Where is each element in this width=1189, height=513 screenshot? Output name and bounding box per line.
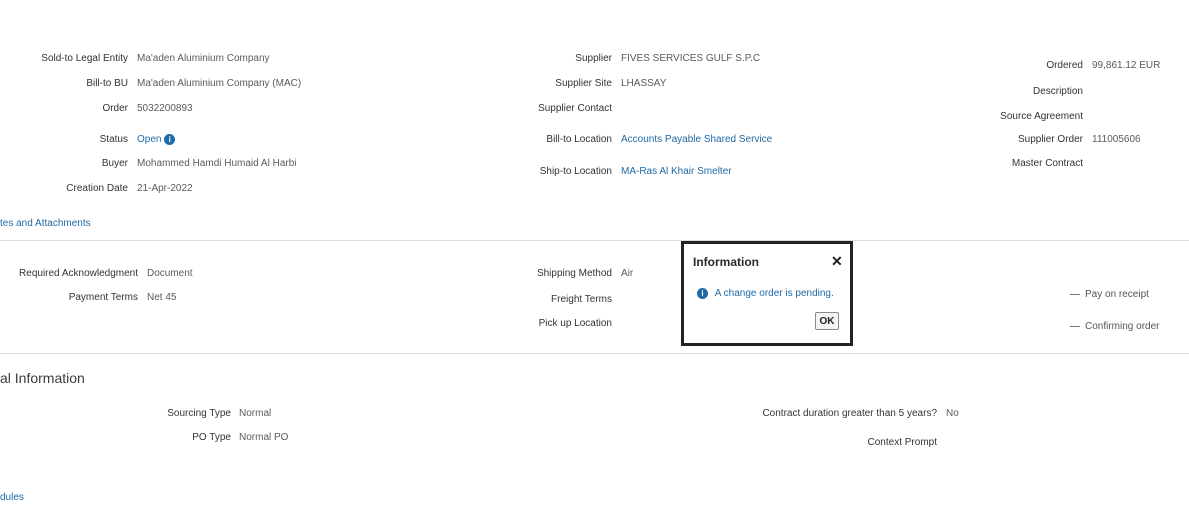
bill-to-location-label: Bill-to Location — [546, 134, 612, 145]
supplier-label: Supplier — [575, 53, 612, 64]
context-prompt-label: Context Prompt — [867, 437, 937, 448]
unchecked-dash-icon — [1070, 293, 1080, 295]
creation-date-value: 21-Apr-2022 — [137, 183, 193, 194]
supplier-contact-label: Supplier Contact — [538, 103, 612, 114]
payment-terms-value: Net 45 — [147, 292, 177, 303]
order-value: 5032200893 — [137, 103, 193, 114]
sold-to-legal-entity-value: Ma'aden Aluminium Company — [137, 53, 270, 64]
ordered-label: Ordered — [1046, 60, 1083, 71]
confirming-order-label: Confirming order — [1085, 321, 1160, 332]
ordered-value: 99,861.12 EUR — [1092, 60, 1161, 71]
status-value-link[interactable]: Open — [137, 134, 161, 145]
supplier-order-value: 111005606 — [1092, 134, 1141, 145]
notes-and-attachments-link[interactable]: tes and Attachments — [0, 218, 91, 229]
pick-up-location-label: Pick up Location — [538, 318, 612, 329]
shipping-method-label: Shipping Method — [536, 268, 612, 279]
order-label: Order — [102, 103, 128, 114]
bill-to-bu-value: Ma'aden Aluminium Company (MAC) — [137, 78, 302, 89]
ship-to-location-link[interactable]: MA-Ras Al Khair Smelter — [621, 166, 732, 177]
ship-to-location-label: Ship-to Location — [539, 166, 612, 177]
pay-on-receipt-label: Pay on receipt — [1085, 289, 1149, 300]
description-label: Description — [1032, 86, 1083, 97]
buyer-value: Mohammed Hamdi Humaid Al Harbi — [137, 158, 297, 169]
divider — [0, 353, 1189, 354]
dialog-message: A change order is pending. — [714, 288, 834, 300]
status-field: Open i — [137, 134, 176, 145]
information-dialog: Information ✕ i A change order is pendin… — [681, 241, 853, 346]
divider — [0, 240, 1189, 241]
master-contract-label: Master Contract — [1011, 158, 1083, 169]
pay-on-receipt-checkbox[interactable]: Pay on receipt — [1070, 289, 1149, 300]
sold-to-legal-entity-label: Sold-to Legal Entity — [41, 53, 128, 64]
creation-date-label: Creation Date — [66, 183, 128, 194]
bill-to-location-link[interactable]: Accounts Payable Shared Service — [621, 134, 772, 145]
shipping-method-value: Air — [621, 268, 634, 279]
schedules-link[interactable]: dules — [0, 492, 24, 503]
dialog-title: Information — [693, 255, 759, 269]
contract-duration-value: No — [946, 408, 959, 419]
supplier-order-label: Supplier Order — [1017, 134, 1083, 145]
unchecked-dash-icon — [1070, 325, 1080, 327]
payment-terms-label: Payment Terms — [68, 292, 138, 303]
confirming-order-checkbox[interactable]: Confirming order — [1070, 321, 1159, 332]
supplier-value: FIVES SERVICES GULF S.P.C — [621, 53, 761, 64]
sourcing-type-label: Sourcing Type — [167, 408, 231, 419]
buyer-label: Buyer — [101, 158, 128, 169]
status-label: Status — [99, 134, 128, 145]
supplier-site-label: Supplier Site — [555, 78, 612, 89]
contract-duration-label: Contract duration greater than 5 years? — [762, 408, 937, 419]
required-acknowledgment-label: Required Acknowledgment — [19, 268, 138, 279]
info-icon[interactable]: i — [164, 134, 176, 145]
sourcing-type-value: Normal — [239, 408, 272, 419]
close-icon[interactable]: ✕ — [831, 253, 843, 270]
additional-information-heading: al Information — [0, 370, 85, 386]
supplier-site-value: LHASSAY — [621, 78, 667, 89]
required-acknowledgment-value: Document — [147, 268, 193, 279]
info-icon: i — [697, 288, 708, 299]
bill-to-bu-label: Bill-to BU — [86, 78, 128, 89]
source-agreement-label: Source Agreement — [1000, 111, 1083, 122]
po-type-value: Normal PO — [239, 432, 289, 443]
ok-button[interactable]: OK — [815, 312, 839, 330]
dialog-message-row: i A change order is pending. — [697, 288, 834, 299]
po-type-label: PO Type — [192, 432, 231, 443]
freight-terms-label: Freight Terms — [551, 294, 612, 305]
